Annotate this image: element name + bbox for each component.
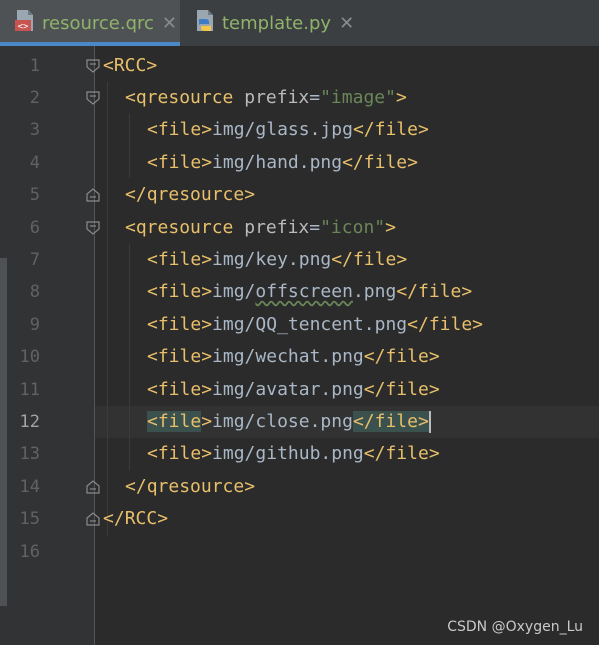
indent-guide	[129, 114, 130, 178]
matched-open-tag: <file	[147, 411, 202, 432]
code-line-current: <file>img/close.png</file>	[147, 411, 431, 433]
watermark: CSDN @Oxygen_Lu	[447, 619, 583, 635]
line-number: 11	[19, 380, 40, 400]
line-number: 4	[29, 153, 40, 173]
line-number: 15	[19, 509, 40, 529]
code-line: </qresource>	[125, 184, 256, 205]
code-line: </RCC>	[103, 508, 169, 529]
tab-label: resource.qrc	[42, 12, 154, 34]
text-cursor	[428, 411, 431, 433]
code-line: <qresource prefix="icon">	[125, 217, 396, 238]
code-line: <file>img/QQ_tencent.png</file>	[147, 314, 484, 335]
code-line: <RCC>	[103, 55, 158, 76]
line-number: 5	[29, 185, 40, 205]
tab-label: template.py	[222, 12, 332, 34]
code-editor[interactable]: <RCC> <qresource prefix="image"> <file>i…	[95, 46, 599, 645]
code-line: <file>img/key.png</file>	[147, 249, 408, 270]
code-line: <file>img/avatar.png</file>	[147, 379, 440, 400]
line-number-current: 12	[19, 412, 40, 432]
matched-close-tag: </file>	[352, 411, 429, 432]
code-line: <file>img/glass.jpg</file>	[147, 119, 429, 140]
tab-template-py[interactable]: template.py ✕	[180, 0, 354, 46]
python-file-icon	[194, 9, 216, 38]
code-line: <file>img/github.png</file>	[147, 443, 440, 464]
line-number: 10	[19, 347, 40, 367]
line-number: 13	[19, 444, 40, 464]
line-number: 16	[19, 542, 40, 562]
line-number: 8	[29, 282, 40, 302]
close-icon[interactable]: ✕	[162, 13, 177, 34]
line-number: 7	[29, 250, 40, 270]
code-line: <file>img/offscreen.png</file>	[147, 281, 473, 302]
tab-resource-qrc[interactable]: <> resource.qrc ✕	[0, 0, 180, 46]
indent-guide	[107, 82, 108, 536]
code-line: </qresource>	[125, 476, 256, 497]
qrc-file-icon: <>	[14, 9, 36, 38]
code-line: <qresource prefix="image">	[125, 87, 407, 108]
code-line: <file>img/wechat.png</file>	[147, 346, 440, 367]
spelling-warning: offscreen	[255, 281, 353, 302]
line-number-gutter: 1 2 3 4 5 6 7 8 9 10 11 12 13 14 15 16	[0, 46, 100, 645]
svg-text:<>: <>	[18, 22, 29, 32]
line-number: 14	[19, 477, 40, 497]
line-number: 6	[29, 218, 40, 238]
editor-tab-bar: <> resource.qrc ✕ template.py ✕	[0, 0, 599, 46]
line-number: 3	[29, 120, 40, 140]
close-icon[interactable]: ✕	[339, 13, 354, 34]
line-number: 2	[29, 88, 40, 108]
line-number: 9	[29, 315, 40, 335]
line-number: 1	[29, 56, 40, 76]
code-line: <file>img/hand.png</file>	[147, 152, 418, 173]
indent-guide	[129, 244, 130, 470]
